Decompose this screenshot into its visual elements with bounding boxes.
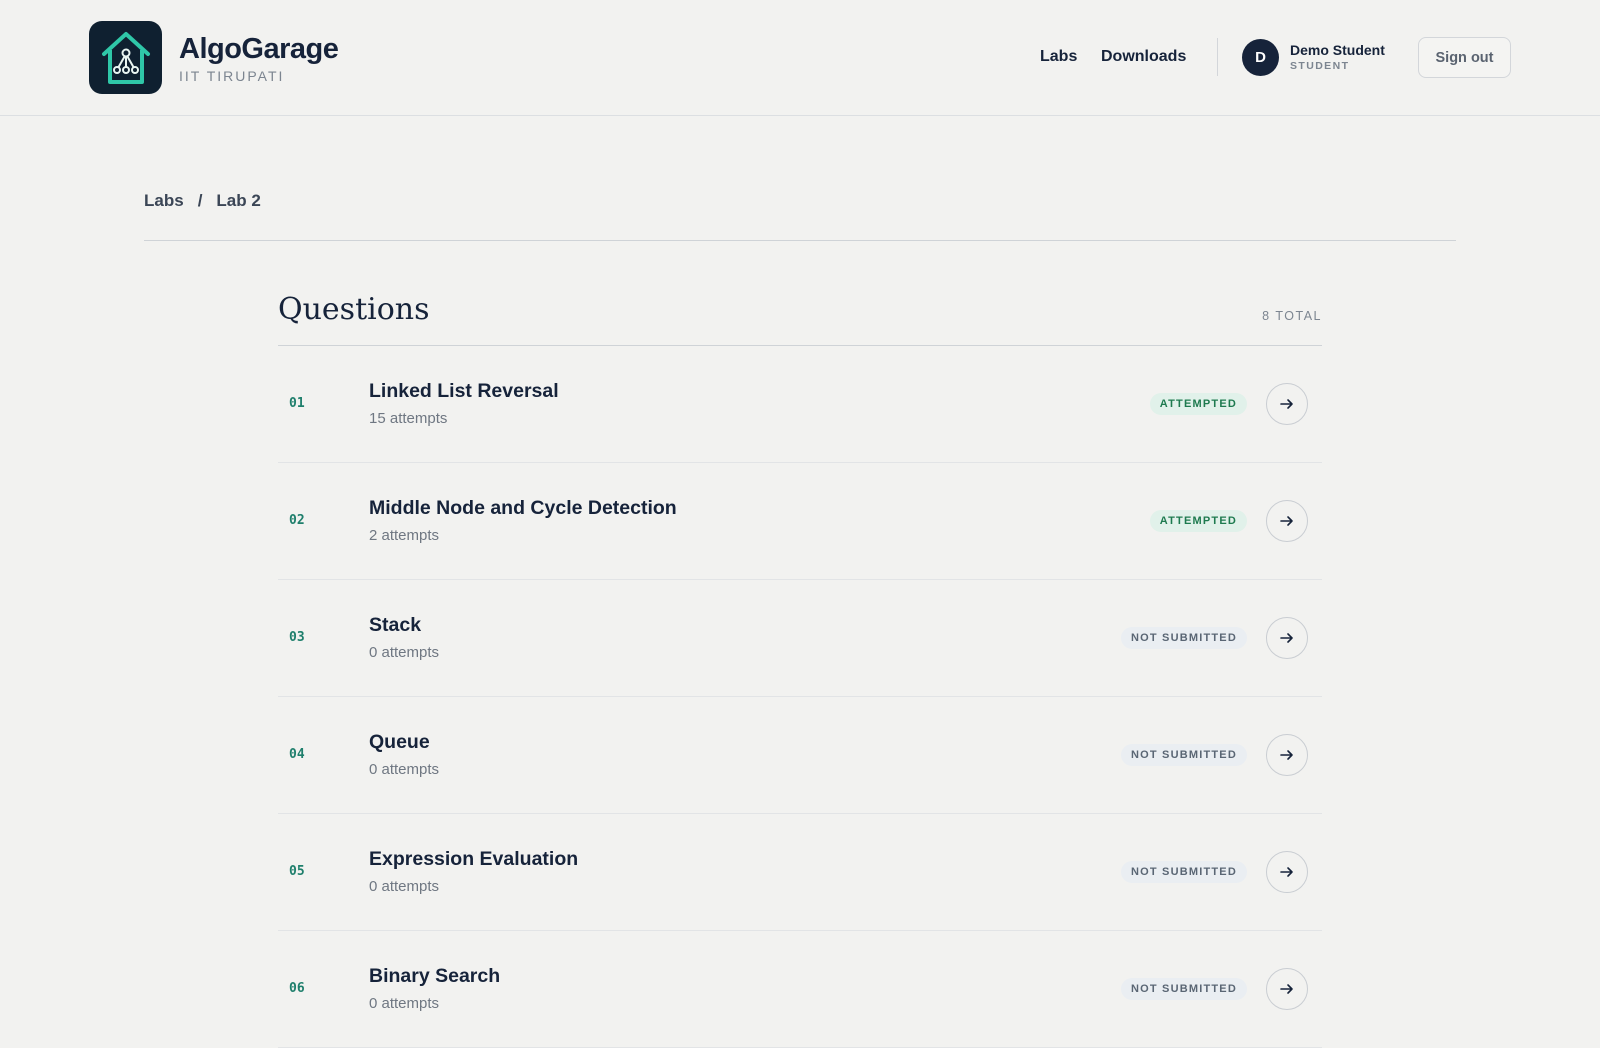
question-title[interactable]: Expression Evaluation [369,848,578,871]
question-title[interactable]: Stack [369,614,421,637]
status-badge: NOT SUBMITTED [1120,861,1247,883]
nav-divider [1217,38,1218,76]
question-attempts: 15 attempts [369,410,448,427]
question-row[interactable]: 02 Middle Node and Cycle Detection 2 att… [278,463,1322,580]
question-row[interactable]: 06 Binary Search 0 attempts NOT SUBMITTE… [278,931,1322,1048]
status-badge: NOT SUBMITTED [1120,627,1247,649]
brand-subtitle: IIT TIRUPATI [179,67,285,84]
status-badge: ATTEMPTED [1149,510,1247,532]
brand-name: AlgoGarage [179,32,339,65]
breadcrumb-current: Lab 2 [216,191,261,210]
question-number: 03 [289,630,305,645]
question-attempts: 0 attempts [369,644,440,661]
question-title[interactable]: Linked List Reversal [369,380,559,403]
top-navbar: AlgoGarage IIT TIRUPATI Labs Downloads D… [0,0,1600,116]
question-number: 06 [289,981,305,996]
open-question-button[interactable] [1266,500,1308,542]
open-question-button[interactable] [1266,383,1308,425]
arrow-right-icon [1280,633,1293,643]
question-title[interactable]: Queue [369,731,430,754]
question-number: 04 [289,747,305,762]
breadcrumb-separator: / [197,191,203,210]
breadcrumb-labs-link[interactable]: Labs [144,191,184,211]
open-question-button[interactable] [1266,734,1308,776]
question-number: 01 [289,396,305,411]
question-row[interactable]: 04 Queue 0 attempts NOT SUBMITTED [278,697,1322,814]
user-name: Demo Student [1290,42,1385,58]
arrow-right-icon [1280,516,1293,526]
breadcrumb: Labs / Lab 2 [144,191,261,211]
house-tree-icon [89,21,162,94]
arrow-right-icon [1280,399,1293,409]
status-badge: NOT SUBMITTED [1120,744,1247,766]
question-row[interactable]: 03 Stack 0 attempts NOT SUBMITTED [278,580,1322,697]
breadcrumb-divider [144,240,1456,241]
question-title[interactable]: Middle Node and Cycle Detection [369,497,677,520]
question-attempts: 0 attempts [369,995,440,1012]
status-badge: ATTEMPTED [1149,393,1247,415]
question-attempts: 2 attempts [369,527,440,544]
nav-labs-link[interactable]: Labs [1040,48,1077,66]
question-title[interactable]: Binary Search [369,965,500,988]
status-badge: NOT SUBMITTED [1120,978,1247,1000]
question-list: 01 Linked List Reversal 15 attempts ATTE… [278,346,1322,1048]
open-question-button[interactable] [1266,968,1308,1010]
nav-downloads-link[interactable]: Downloads [1101,48,1186,66]
user-role: STUDENT [1290,60,1350,72]
question-attempts: 0 attempts [369,761,440,778]
avatar[interactable]: D [1242,39,1279,76]
question-row[interactable]: 05 Expression Evaluation 0 attempts NOT … [278,814,1322,931]
open-question-button[interactable] [1266,851,1308,893]
question-row[interactable]: 01 Linked List Reversal 15 attempts ATTE… [278,346,1322,463]
arrow-right-icon [1280,984,1293,994]
page-title: Questions [278,292,430,327]
question-number: 02 [289,513,305,528]
question-number: 05 [289,864,305,879]
arrow-right-icon [1280,750,1293,760]
brand[interactable]: AlgoGarage IIT TIRUPATI [89,21,339,94]
arrow-right-icon [1280,867,1293,877]
question-count: 8 TOTAL [1262,309,1322,323]
open-question-button[interactable] [1266,617,1308,659]
sign-out-button[interactable]: Sign out [1418,37,1511,78]
question-attempts: 0 attempts [369,878,440,895]
